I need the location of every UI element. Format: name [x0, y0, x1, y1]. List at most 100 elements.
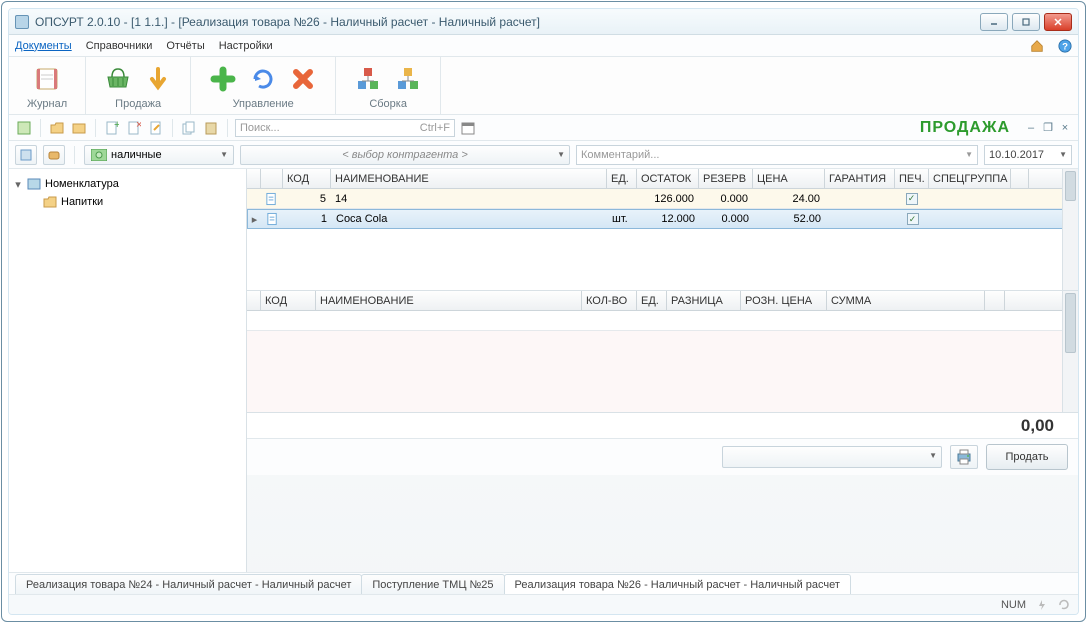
total-bar: 0,00	[247, 413, 1078, 439]
chevron-down-icon: ▼	[965, 150, 973, 159]
col-code[interactable]: КОД	[283, 169, 331, 188]
svg-text:+: +	[114, 121, 119, 131]
printer-select[interactable]: ▼	[722, 446, 942, 468]
main-area: КОД НАИМЕНОВАНИЕ ЕД. ОСТАТОК РЕЗЕРВ ЦЕНА…	[247, 169, 1078, 572]
col-name[interactable]: НАИМЕНОВАНИЕ	[331, 169, 607, 188]
down-arrow-icon	[144, 65, 172, 93]
bolt-icon	[1036, 599, 1048, 611]
delete-icon[interactable]	[289, 65, 317, 93]
col-qty[interactable]: КОЛ-ВО	[582, 291, 637, 310]
ribbon-group-journal[interactable]: Журнал	[9, 57, 86, 114]
sell-button[interactable]: Продать	[986, 444, 1068, 470]
minimize-button[interactable]	[980, 13, 1008, 31]
products-grid-header: КОД НАИМЕНОВАНИЕ ЕД. ОСТАТОК РЕЗЕРВ ЦЕНА…	[247, 169, 1078, 189]
total-value: 0,00	[1021, 416, 1054, 436]
secondary-toolbar: + × Поиск... Ctrl+F ПРОДАЖА – ❐ ×	[9, 115, 1078, 141]
tb-calendar-icon[interactable]	[459, 119, 477, 137]
col-unit[interactable]: ЕД.	[607, 169, 637, 188]
tb-new-icon[interactable]	[15, 119, 33, 137]
close-button[interactable]	[1044, 13, 1072, 31]
counterparty-select[interactable]: < выбор контрагента > ▼	[240, 145, 570, 165]
col-name[interactable]: НАИМЕНОВАНИЕ	[316, 291, 582, 310]
ribbon-group-sale[interactable]: Продажа	[86, 57, 191, 114]
col-code[interactable]: КОД	[261, 291, 316, 310]
col-sum[interactable]: СУММА	[827, 291, 985, 310]
menu-documents[interactable]: Документы	[15, 40, 72, 52]
col-rprice[interactable]: РОЗН. ЦЕНА	[741, 291, 827, 310]
journal-icon	[33, 65, 61, 93]
app-icon	[15, 15, 29, 29]
col-unit[interactable]: ЕД.	[637, 291, 667, 310]
refresh-icon[interactable]	[249, 65, 277, 93]
svg-text:?: ?	[1062, 41, 1068, 52]
payment-type-select[interactable]: наличные ▼	[84, 145, 234, 165]
tb-folder-open-icon[interactable]	[48, 119, 66, 137]
col-spec[interactable]: СПЕЦГРУППА	[929, 169, 1011, 188]
assembly-icon-2[interactable]	[394, 65, 422, 93]
tab-doc-26[interactable]: Реализация товара №26 - Наличный расчет …	[504, 574, 851, 594]
menu-catalogs[interactable]: Справочники	[86, 40, 153, 52]
document-icon	[266, 212, 279, 226]
tab-doc-24[interactable]: Реализация товара №24 - Наличный расчет …	[15, 574, 362, 594]
window-title: ОПСУРТ 2.0.10 - [1 1.1.] - [Реализация т…	[35, 15, 540, 29]
menubar: Документы Справочники Отчёты Настройки ?	[9, 35, 1078, 57]
col-stock[interactable]: ОСТАТОК	[637, 169, 699, 188]
plus-icon[interactable]	[209, 65, 237, 93]
tb-folder-icon[interactable]	[70, 119, 88, 137]
inner-restore-icon[interactable]: ❐	[1041, 121, 1055, 135]
search-input[interactable]: Поиск... Ctrl+F	[235, 119, 455, 137]
menu-settings[interactable]: Настройки	[219, 40, 273, 52]
comment-placeholder: Комментарий...	[581, 149, 659, 161]
filter-btn-1[interactable]	[15, 145, 37, 165]
print-button[interactable]	[950, 445, 978, 469]
scrollbar[interactable]	[1062, 291, 1078, 412]
status-refresh-icon	[1058, 599, 1070, 611]
filter-btn-2[interactable]	[43, 145, 65, 165]
print-checkbox[interactable]	[906, 193, 918, 205]
cart-grid: КОД НАИМЕНОВАНИЕ КОЛ-ВО ЕД. РАЗНИЦА РОЗН…	[247, 291, 1078, 413]
tb-copy-icon[interactable]	[180, 119, 198, 137]
action-bar: ▼ Продать	[247, 439, 1078, 475]
menu-reports[interactable]: Отчёты	[166, 40, 204, 52]
col-warranty[interactable]: ГАРАНТИЯ	[825, 169, 895, 188]
table-row[interactable]	[247, 311, 1078, 331]
chevron-down-icon: ▼	[1059, 150, 1067, 159]
tb-doc-delete-icon[interactable]: ×	[125, 119, 143, 137]
maximize-button[interactable]	[1012, 13, 1040, 31]
col-print[interactable]: ПЕЧ.	[895, 169, 929, 188]
ribbon-label-sale: Продажа	[115, 98, 161, 110]
catalog-icon	[27, 177, 41, 191]
tb-doc-new-icon[interactable]: +	[103, 119, 121, 137]
products-grid: КОД НАИМЕНОВАНИЕ ЕД. ОСТАТОК РЕЗЕРВ ЦЕНА…	[247, 169, 1078, 291]
payment-type-label: наличные	[111, 149, 162, 161]
tree-root[interactable]: ▾ Номенклатура	[13, 175, 242, 193]
inner-close-icon[interactable]: ×	[1058, 121, 1072, 135]
col-price[interactable]: ЦЕНА	[753, 169, 825, 188]
scrollbar[interactable]	[1062, 169, 1078, 290]
table-row[interactable]: ▸ 1 Coca Cola шт. 12.000 0.000 52.00	[247, 209, 1078, 229]
chevron-down-icon: ▼	[217, 150, 231, 159]
print-checkbox[interactable]	[907, 213, 919, 225]
assembly-icon-1[interactable]	[354, 65, 382, 93]
printer-icon	[955, 448, 973, 466]
workspace: ▾ Номенклатура Напитки КОД НА	[9, 169, 1078, 572]
filter-bar: наличные ▼ < выбор контрагента > ▼ Комме…	[9, 141, 1078, 169]
col-reserve[interactable]: РЕЗЕРВ	[699, 169, 753, 188]
help-icon[interactable]: ?	[1058, 39, 1072, 53]
table-row[interactable]: 5 14 126.000 0.000 24.00	[247, 189, 1078, 209]
tab-doc-25[interactable]: Поступление ТМЦ №25	[361, 574, 504, 594]
tb-paste-icon[interactable]	[202, 119, 220, 137]
tree-child-drinks[interactable]: Напитки	[13, 193, 242, 211]
tb-doc-edit-icon[interactable]	[147, 119, 165, 137]
ribbon-label-journal: Журнал	[27, 98, 67, 110]
home-icon[interactable]	[1030, 39, 1044, 53]
cash-icon	[91, 149, 107, 161]
col-diff[interactable]: РАЗНИЦА	[667, 291, 741, 310]
ribbon-group-assembly: Сборка	[336, 57, 441, 114]
mode-label: ПРОДАЖА	[920, 119, 1010, 137]
svg-text:×: ×	[136, 121, 141, 131]
tree-collapse-icon[interactable]: ▾	[13, 178, 23, 191]
date-input[interactable]: 10.10.2017 ▼	[984, 145, 1072, 165]
comment-input[interactable]: Комментарий... ▼	[576, 145, 978, 165]
inner-minimize-icon[interactable]: –	[1024, 121, 1038, 135]
